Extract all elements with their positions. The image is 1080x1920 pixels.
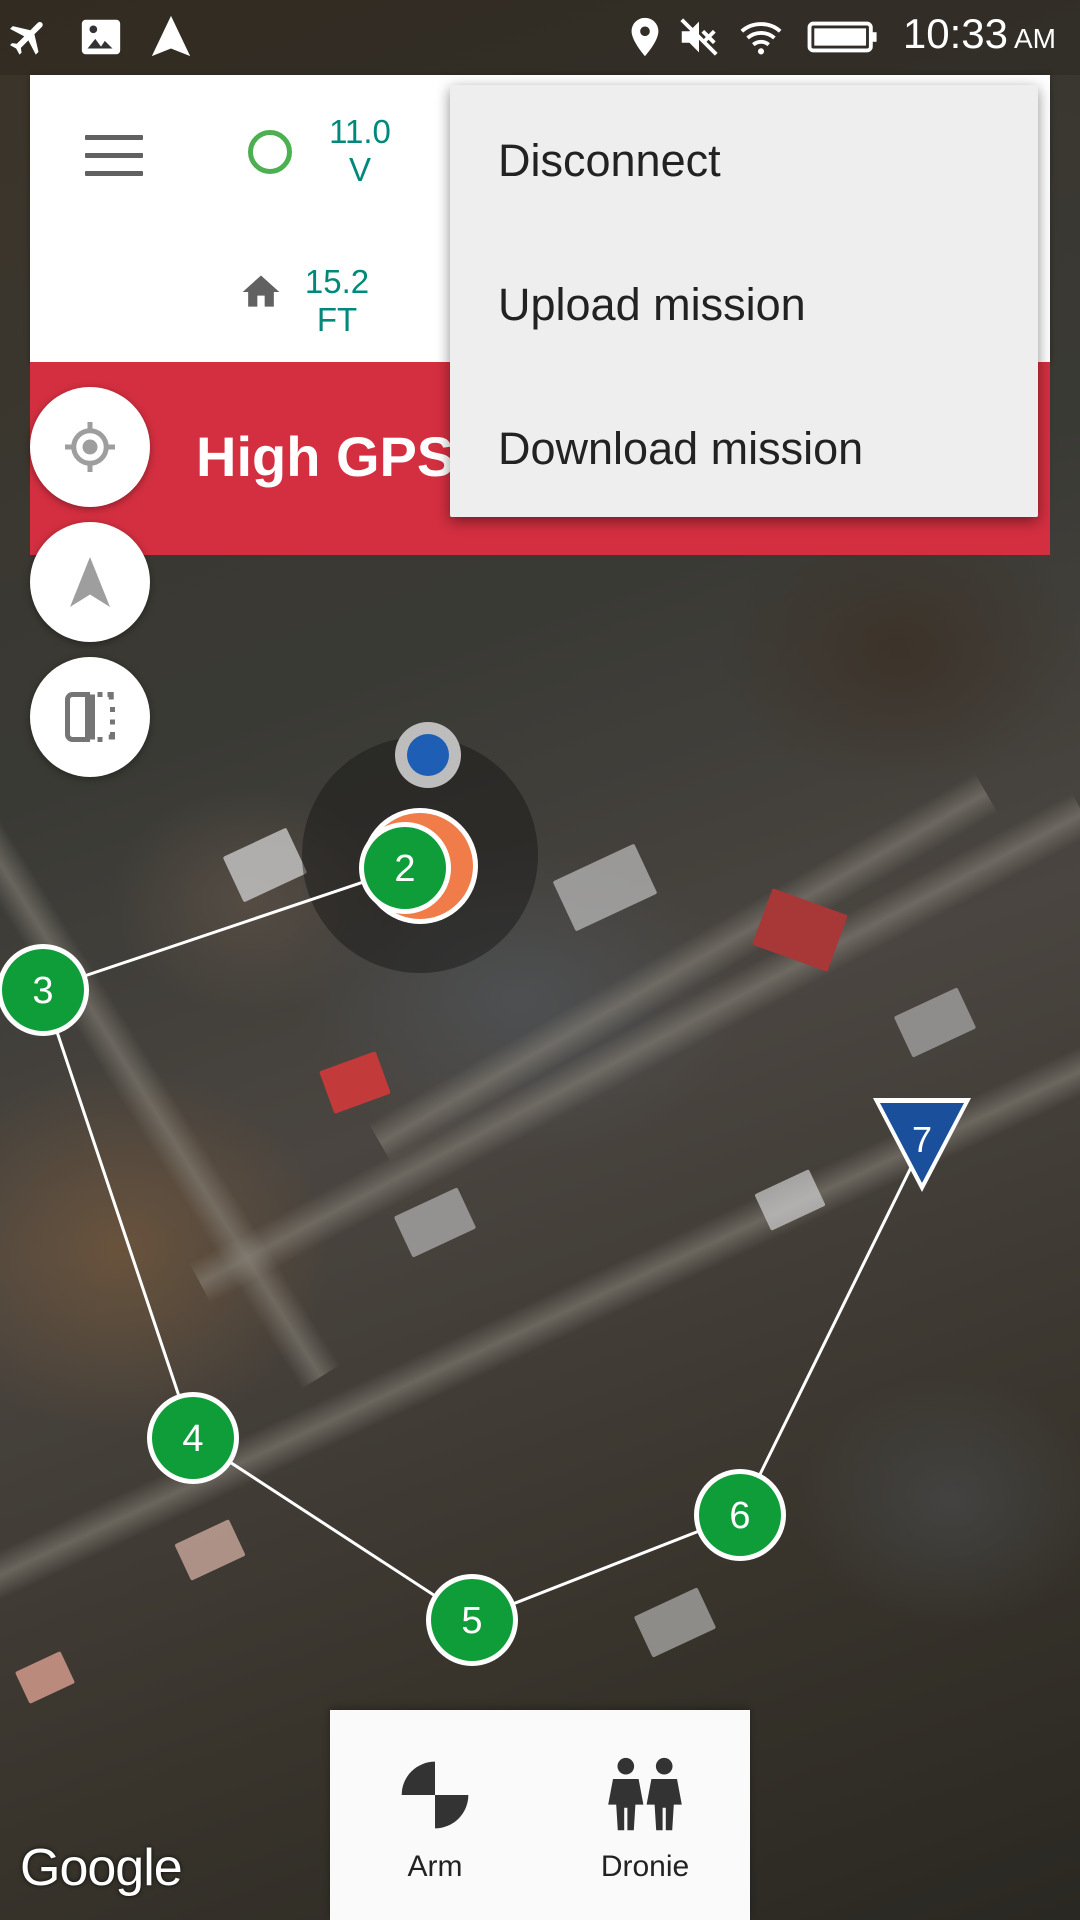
home-distance[interactable]: 15.2 FT: [292, 263, 382, 339]
home-distance-value: 15.2: [304, 263, 370, 300]
navigation-arrow-icon: [70, 557, 110, 607]
waypoint-label: 3: [32, 970, 53, 1012]
status-bar: 10:33 AM: [0, 0, 1080, 75]
menu-item-upload-mission[interactable]: Upload mission: [498, 279, 806, 331]
menu-icon[interactable]: [85, 135, 143, 179]
waypoint-6-marker[interactable]: 6: [694, 1469, 786, 1561]
battery-voltage-value: 11.0: [329, 113, 391, 150]
waypoint-4-marker[interactable]: 4: [147, 1392, 239, 1484]
dronie-button[interactable]: Dronie: [540, 1710, 750, 1920]
battery-voltage[interactable]: 11.0 V: [310, 113, 410, 189]
follow-drone-button[interactable]: [30, 522, 150, 642]
battery-status-icon: [248, 130, 292, 174]
waypoint-label: 4: [182, 1418, 203, 1460]
clock-ampm: AM: [1014, 23, 1056, 54]
home-distance-unit: FT: [316, 301, 358, 338]
google-logo: Google: [20, 1839, 183, 1897]
battery-icon: [807, 21, 877, 53]
overflow-menu: Disconnect Upload mission Download missi…: [450, 85, 1038, 517]
clock-time: 10:33: [902, 10, 1008, 57]
airplane-mode-icon: [10, 21, 43, 55]
menu-item-download-mission[interactable]: Download mission: [498, 423, 863, 475]
home-icon: [242, 275, 280, 307]
menu-item-disconnect[interactable]: Disconnect: [498, 135, 721, 187]
arm-icon: [401, 1761, 469, 1829]
location-icon: [631, 17, 659, 57]
user-location-marker: [395, 722, 461, 788]
clock: 10:33 AM: [903, 10, 1056, 58]
mission-path-line: [41, 866, 924, 1622]
arm-label: Arm: [407, 1850, 463, 1883]
sound-muted-icon: [680, 18, 718, 56]
arm-button[interactable]: Arm: [330, 1710, 540, 1920]
waypoint-label: 5: [461, 1600, 482, 1642]
dronie-label: Dronie: [600, 1850, 690, 1883]
gps-target-icon: [65, 422, 115, 472]
waypoint-label: 2: [394, 848, 415, 890]
waypoint-7-land-marker[interactable]: 7: [873, 1098, 971, 1192]
waypoint-3-marker[interactable]: 3: [0, 944, 89, 1036]
map-split-button[interactable]: [30, 657, 150, 777]
dronie-people-icon: [608, 1757, 682, 1831]
gallery-notification-icon: [81, 19, 121, 55]
locate-button[interactable]: [30, 387, 150, 507]
battery-voltage-unit: V: [348, 151, 371, 188]
waypoint-5-marker[interactable]: 5: [426, 1574, 518, 1666]
split-view-icon: [65, 692, 115, 742]
waypoint-label: 6: [729, 1495, 750, 1537]
waypoint-label: 7: [912, 1119, 932, 1160]
navigation-notification-icon: [151, 15, 191, 57]
wifi-icon: [740, 22, 782, 55]
bottom-action-panel: Arm Dronie: [330, 1710, 750, 1920]
waypoint-2-marker[interactable]: 2: [359, 822, 451, 914]
